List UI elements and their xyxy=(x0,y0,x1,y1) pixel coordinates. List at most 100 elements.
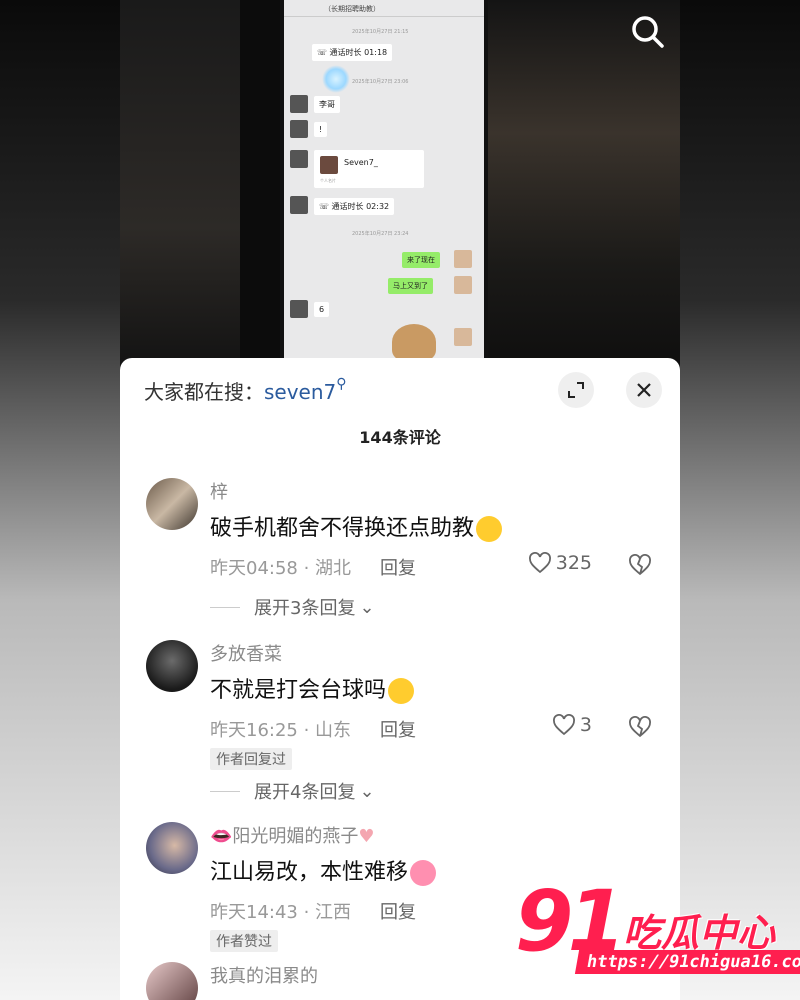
contact-card-sub: 个人名片 xyxy=(320,178,336,183)
party-emoji-icon xyxy=(410,860,437,886)
chat-my-message: 马上又到了 xyxy=(388,278,433,294)
hot-search[interactable]: 大家都在搜：seven7⚲ xyxy=(144,376,347,405)
comment-text: 江山易改，本性难移 xyxy=(210,854,437,886)
contact-card-name: Seven7_ xyxy=(344,158,378,167)
small-search-icon: ⚲ xyxy=(336,376,347,392)
smile-emoji-icon xyxy=(388,678,415,704)
expand-line xyxy=(210,606,240,608)
video-background-right xyxy=(480,0,680,380)
comment-meta: 昨天04:58 · 湖北 xyxy=(210,554,351,580)
avatar[interactable] xyxy=(146,822,198,874)
comment-text-content: 不就是打会台球吗 xyxy=(210,678,387,703)
comment-time: 昨天16:25 xyxy=(210,720,298,741)
heart-icon xyxy=(552,714,575,736)
brand-name: 吃瓜中心 xyxy=(623,911,776,955)
lips-emoji-icon: 👄 xyxy=(210,826,233,847)
reply-button[interactable]: 回复 xyxy=(380,554,416,580)
comment-text: 不就是打会台球吗 xyxy=(210,672,415,704)
chat-avatar xyxy=(290,196,308,214)
avatar[interactable] xyxy=(146,962,198,1000)
comment-nickname[interactable]: 我真的泪累的 xyxy=(210,962,318,988)
comment-text-content: 江山易改，本性难移 xyxy=(210,860,409,885)
comment-region: 湖北 xyxy=(315,558,352,579)
phone-chat-title: （长期招聘助教） xyxy=(324,5,380,13)
brand-url: https://91chigua16.com xyxy=(574,950,800,974)
light-glare xyxy=(322,65,350,93)
brand-watermark: 91 吃瓜中心 https://91chigua16.com xyxy=(515,872,800,988)
search-icon xyxy=(632,16,664,48)
broken-heart-icon xyxy=(629,716,651,738)
comment-meta: 昨天14:43 · 江西 xyxy=(210,898,351,924)
video-player[interactable]: （长期招聘助教） 2025年10月27日 21:15 ☏ 通话时长 01:18 … xyxy=(120,0,680,380)
comment-time: 昨天04:58 xyxy=(210,558,298,579)
expand-replies-label: 展开4条回复 xyxy=(254,782,356,803)
chevron-down-icon: ⌄ xyxy=(359,780,375,802)
hot-search-keyword[interactable]: seven7 xyxy=(264,380,336,404)
search-button[interactable] xyxy=(628,12,668,52)
chat-avatar xyxy=(290,95,308,113)
phone-divider xyxy=(284,16,484,17)
expand-button[interactable] xyxy=(558,372,594,408)
comment-nickname-text: 阳光明媚的燕子 xyxy=(232,826,359,847)
heart-emoji-icon: ♥ xyxy=(358,826,375,847)
expand-line xyxy=(210,790,240,792)
like-count: 3 xyxy=(579,714,592,736)
grimace-emoji-icon xyxy=(476,516,503,542)
chat-my-avatar xyxy=(454,250,472,268)
expand-replies[interactable]: 展开4条回复 ⌄ xyxy=(210,778,375,804)
comment-text-content: 破手机都舍不得换还点助教 xyxy=(210,516,475,541)
expand-replies[interactable]: 展开3条回复 ⌄ xyxy=(210,594,375,620)
heart-icon xyxy=(528,552,551,574)
chat-message: 李哥 xyxy=(314,96,340,113)
chat-timestamp: 2025年10月27日 21:15 xyxy=(352,29,409,35)
contact-card-photo xyxy=(320,156,338,174)
author-replied-badge: 作者回复过 xyxy=(210,748,292,770)
broken-heart-icon xyxy=(629,554,651,576)
chat-timestamp: 2025年10月27日 23:06 xyxy=(352,79,409,85)
reply-button[interactable]: 回复 xyxy=(380,898,416,924)
contact-card: Seven7_ 个人名片 xyxy=(314,150,424,188)
comment-item: 多放香菜 不就是打会台球吗 昨天16:25 · 山东 回复 3 作者回复过 展开… xyxy=(120,640,680,810)
cat-photo xyxy=(392,324,436,360)
chat-my-message: 来了现在 xyxy=(402,252,440,268)
like-button[interactable]: 3 xyxy=(552,714,592,736)
comment-time: 昨天14:43 xyxy=(210,902,298,923)
dislike-button[interactable] xyxy=(628,716,652,742)
comment-nickname[interactable]: 多放香菜 xyxy=(210,640,282,666)
comment-region: 山东 xyxy=(315,720,352,741)
like-button[interactable]: 325 xyxy=(528,552,592,574)
avatar[interactable] xyxy=(146,478,198,530)
comment-nickname[interactable]: 👄阳光明媚的燕子♥ xyxy=(210,822,375,848)
chevron-down-icon: ⌄ xyxy=(359,596,375,618)
video-background-left xyxy=(120,0,240,380)
phone-screenshot: （长期招聘助教） 2025年10月27日 21:15 ☏ 通话时长 01:18 … xyxy=(280,0,488,360)
close-icon xyxy=(637,383,651,397)
close-button[interactable] xyxy=(626,372,662,408)
meta-separator: · xyxy=(297,558,316,579)
expand-icon xyxy=(568,382,584,398)
chat-message: ! xyxy=(314,122,328,137)
dislike-button[interactable] xyxy=(628,554,652,580)
chat-call-bubble: ☏ 通话时长 02:32 xyxy=(314,198,395,215)
chat-timestamp: 2025年10月27日 23:24 xyxy=(352,231,409,237)
comment-meta: 昨天16:25 · 山东 xyxy=(210,716,351,742)
chat-avatar xyxy=(290,300,308,318)
chat-message: 6 xyxy=(314,302,330,317)
expand-replies-label: 展开3条回复 xyxy=(254,598,356,619)
comment-item: 梓 破手机都舍不得换还点助教 昨天04:58 · 湖北 回复 325 展开3条回… xyxy=(120,478,680,628)
meta-separator: · xyxy=(297,720,316,741)
chat-avatar xyxy=(290,120,308,138)
comment-text: 破手机都舍不得换还点助教 xyxy=(210,510,503,542)
comment-nickname[interactable]: 梓 xyxy=(210,478,228,504)
chat-my-avatar xyxy=(454,328,472,346)
comment-region: 江西 xyxy=(315,902,352,923)
reply-button[interactable]: 回复 xyxy=(380,716,416,742)
author-liked-badge: 作者赞过 xyxy=(210,930,278,952)
app-stage: （长期招聘助教） 2025年10月27日 21:15 ☏ 通话时长 01:18 … xyxy=(120,0,680,1000)
chat-call-bubble: ☏ 通话时长 01:18 xyxy=(312,44,393,61)
like-count: 325 xyxy=(555,552,592,574)
meta-separator: · xyxy=(297,902,316,923)
chat-avatar xyxy=(290,150,308,168)
hot-search-label: 大家都在搜： xyxy=(144,380,264,404)
avatar[interactable] xyxy=(146,640,198,692)
